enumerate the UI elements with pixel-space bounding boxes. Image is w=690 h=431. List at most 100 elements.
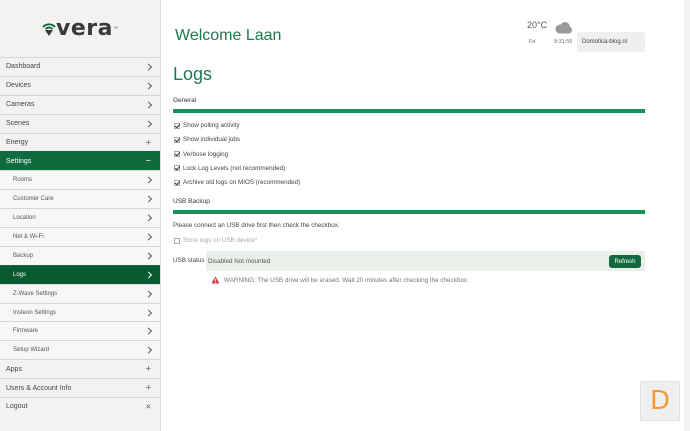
usb-note: Please connect an USB drive first then c…: [173, 222, 340, 229]
option-archive-old-logs-on-mios-recommended[interactable]: Archive old logs on MIOS (recommended): [174, 179, 300, 186]
sidebar-item-label: Apps: [6, 365, 22, 373]
usb-section-bar: [173, 210, 645, 214]
sidebar-item-setup-wizard[interactable]: Setup Wizard: [0, 340, 160, 360]
plus-icon: +: [145, 137, 151, 147]
sidebar-item-cameras[interactable]: Cameras: [0, 94, 160, 114]
sidebar-item-energy[interactable]: Energy +: [0, 132, 160, 152]
option-label: Archive old logs on MIOS (recommended): [183, 179, 301, 187]
site-badge: Domotica-blog.nl: [577, 32, 645, 52]
sidebar-item-devices[interactable]: Devices: [0, 75, 160, 95]
option-show-polling-activity[interactable]: Show polling activity: [174, 122, 240, 129]
store-logs-usb-checkbox-row[interactable]: Store logs on USB device*: [174, 237, 257, 244]
option-label: Verbose logging: [183, 150, 229, 158]
usb-section-label: USB Backup: [173, 198, 210, 205]
cloud-icon: [555, 22, 572, 34]
sidebar-item-label: Energy: [6, 139, 29, 146]
sidebar-item-label: Cameras: [6, 101, 35, 109]
sidebar-item-dashboard[interactable]: Dashboard: [0, 57, 160, 76]
usb-status-box: Disabled Not mounted Refresh: [206, 251, 645, 271]
sidebar-item-location[interactable]: Location: [0, 208, 160, 228]
welcome-title: Welcome Laan: [175, 27, 282, 44]
sidebar-item-z-wave-settings[interactable]: Z-Wave Settings: [0, 283, 160, 303]
sidebar-item-label: Z-Wave Settings: [13, 290, 58, 297]
sidebar-item-insteon-settings[interactable]: Insteon Settings: [0, 302, 160, 322]
warning-icon: [211, 276, 220, 284]
sidebar-item-backup[interactable]: Backup: [0, 245, 160, 265]
usb-status-label: USB status: [173, 257, 205, 264]
trademark: ™: [112, 25, 118, 32]
weather-time: 9:31:55: [554, 39, 573, 45]
page-title: Logs: [173, 64, 213, 84]
sidebar-item-label: Setup Wizard: [13, 347, 50, 354]
sidebar-item-net-wi-fi[interactable]: Net & Wi-Fi: [0, 227, 160, 246]
sidebar-item-firmware[interactable]: Firmware: [0, 321, 160, 341]
option-label: Show individual jobs: [183, 136, 241, 144]
sidebar-item-label: Backup: [13, 252, 34, 259]
main-content: Welcome Laan 20°C Fri 9:31:55 Domotica-b…: [161, 0, 690, 431]
chevron-right-icon: [144, 119, 153, 128]
sidebar-item-label: Location: [13, 215, 36, 222]
sidebar-item-rooms[interactable]: Rooms: [0, 170, 160, 190]
sidebar-item-label: Insteon Settings: [13, 309, 57, 316]
logo-text: vera: [56, 16, 113, 41]
chevron-right-icon: [144, 214, 153, 223]
general-section-label: General: [173, 97, 197, 104]
plus-icon: +: [145, 382, 151, 393]
option-verbose-logging[interactable]: Verbose logging: [174, 151, 228, 158]
usb-status-value: Disabled Not mounted: [208, 257, 271, 265]
sidebar-item-users-account-info[interactable]: Users & Account Info +: [0, 378, 160, 398]
option-label: Lock Log Levels (not recommended): [183, 164, 286, 172]
chevron-right-icon: [144, 62, 153, 71]
sidebar-item-logs[interactable]: Logs: [0, 264, 160, 284]
sidebar-item-label: Rooms: [13, 177, 33, 184]
page-scrollbar[interactable]: [684, 0, 690, 431]
chevron-right-icon: [144, 327, 153, 336]
sidebar-item-logout[interactable]: Logout ×: [0, 397, 160, 416]
sidebar-item-apps[interactable]: Apps +: [0, 359, 160, 379]
sidebar-nav: Dashboard Devices Cameras Scenes Energy + Sett…: [0, 57, 160, 416]
chevron-right-icon: [144, 270, 153, 279]
sidebar-item-scenes[interactable]: Scenes: [0, 113, 160, 133]
sidebar-item-label: Users & Account Info: [6, 384, 72, 392]
sidebar-item-label: Logs: [13, 271, 27, 278]
chevron-right-icon: [144, 308, 153, 317]
store-logs-usb-checkbox[interactable]: [174, 237, 180, 244]
option-show-individual-jobs[interactable]: Show individual jobs: [174, 136, 240, 143]
option-checkbox[interactable]: [174, 151, 180, 158]
chevron-right-icon: [144, 289, 153, 298]
wifi-logo-icon: [42, 22, 56, 36]
minus-icon: −: [145, 155, 151, 166]
sidebar-item-label: Dashboard: [6, 63, 41, 71]
chevron-right-icon: [144, 176, 153, 185]
refresh-button[interactable]: Refresh: [609, 255, 641, 268]
option-checkbox[interactable]: [174, 165, 180, 172]
sidebar-item-label: Customer Care: [13, 196, 54, 203]
option-checkbox[interactable]: [174, 179, 180, 186]
plus-icon: +: [145, 363, 151, 374]
option-label: Show polling activity: [183, 122, 240, 129]
general-section-bar: [173, 109, 645, 113]
sidebar-item-settings[interactable]: Settings −: [0, 151, 160, 171]
close-icon: ×: [145, 401, 151, 412]
option-checkbox[interactable]: [174, 136, 180, 143]
chevron-right-icon: [144, 251, 153, 260]
weather-day: Fri: [529, 39, 536, 45]
option-checkbox[interactable]: [174, 122, 180, 129]
chevron-right-icon: [144, 195, 153, 204]
sidebar-item-customer-care[interactable]: Customer Care: [0, 189, 160, 209]
help-badge[interactable]: D: [640, 381, 680, 421]
vera-logo[interactable]: vera ™: [0, 0, 160, 57]
sidebar-item-label: Settings: [6, 157, 32, 165]
sidebar-item-label: Net & Wi-Fi: [13, 233, 44, 240]
sidebar: vera ™ Dashboard Devices Cameras Scenes Ener…: [0, 0, 161, 431]
usb-warning: WARNING: The USB drive will be erased. W…: [211, 276, 469, 284]
sidebar-item-label: Logout: [6, 403, 28, 411]
chevron-right-icon: [144, 346, 153, 355]
option-lock-log-levels-not-recommended[interactable]: Lock Log Levels (not recommended): [174, 165, 285, 172]
sidebar-item-label: Scenes: [6, 120, 30, 128]
chevron-right-icon: [144, 81, 153, 90]
warning-text: WARNING: The USB drive will be erased. W…: [224, 276, 469, 284]
sidebar-item-label: Firmware: [13, 328, 38, 335]
chevron-right-icon: [144, 232, 153, 241]
store-logs-usb-label: Store logs on USB device*: [183, 237, 258, 244]
